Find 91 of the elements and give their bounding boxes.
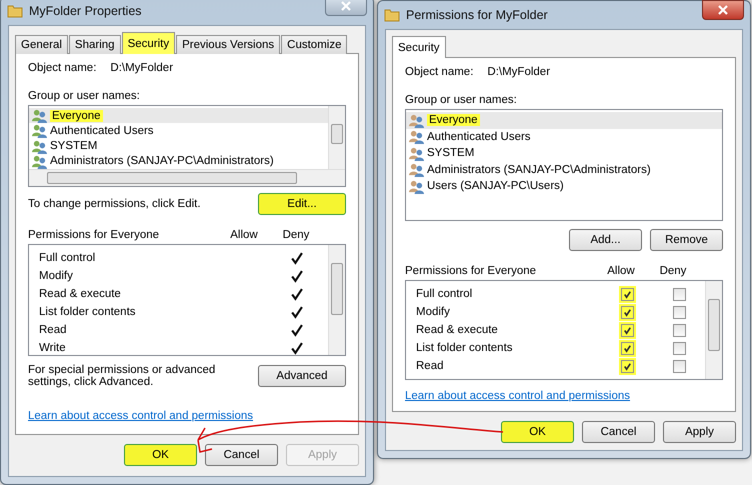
group-item[interactable]: Administrators (SANJAY-PC\Administrators) [406, 162, 722, 178]
dialog-button[interactable]: Cancel [582, 421, 655, 443]
group-name: Authenticated Users [427, 130, 531, 143]
help-link[interactable]: Learn about access control and permissions [405, 390, 630, 402]
folder-icon [384, 7, 400, 23]
permission-name: Modify [39, 270, 74, 282]
object-name: D:\MyFolder [487, 66, 550, 78]
close-button[interactable] [702, 0, 744, 20]
change-hint: To change permissions, click Edit. [28, 198, 201, 210]
group-name: SYSTEM [50, 140, 98, 152]
object-name-label: Object name: [28, 62, 96, 74]
scrollbar[interactable] [705, 281, 722, 379]
deny-checkbox[interactable] [672, 324, 686, 336]
remove-button[interactable]: Remove [650, 229, 723, 251]
group-name: SYSTEM [427, 147, 474, 160]
close-button[interactable] [325, 0, 367, 16]
group-item[interactable]: SYSTEM [29, 138, 328, 154]
users-icon [32, 123, 47, 138]
groups-label: Group or user names: [28, 90, 141, 102]
group-name: Users (SANJAY-PC\Users) [427, 180, 564, 192]
group-name: Administrators (SANJAY-PC\Administrators) [427, 164, 651, 176]
permission-name: Read [39, 324, 68, 336]
dialog-button[interactable]: OK [501, 421, 574, 443]
dialog-button[interactable]: Cancel [205, 444, 278, 466]
users-icon [32, 108, 47, 124]
tab[interactable]: Previous Versions [176, 35, 280, 54]
users-icon [409, 146, 424, 161]
group-name: Everyone [50, 110, 103, 122]
group-name: Administrators (SANJAY-PC\Administrators) [50, 155, 274, 168]
group-item[interactable]: Everyone [406, 112, 722, 128]
scrollbar[interactable] [328, 245, 345, 355]
dialog-button[interactable]: Apply [663, 421, 736, 443]
users-icon [409, 162, 424, 178]
group-name: Authenticated Users [50, 124, 154, 137]
permission-name: Read & execute [39, 288, 122, 300]
allow-checkbox[interactable] [620, 324, 634, 336]
close-icon [718, 5, 728, 15]
users-icon [409, 112, 424, 128]
group-item[interactable]: Users (SANJAY-PC\Users) [406, 178, 722, 194]
permissions-label: Permissions for Everyone [28, 229, 160, 241]
window-title: MyFolder Properties [29, 4, 143, 18]
permission-name: List folder contents [39, 306, 137, 318]
deny-checkbox[interactable] [672, 288, 686, 300]
edit-button[interactable]: Edit... [258, 193, 346, 215]
advanced-hint: For special permissions or advanced settings, click Advanced. [28, 364, 216, 388]
tab[interactable]: Security [122, 32, 176, 54]
help-link[interactable]: Learn about access control and permissions [28, 410, 254, 422]
scrollbar[interactable] [29, 169, 345, 186]
tab[interactable]: Customize [281, 35, 348, 54]
tab[interactable]: Sharing [68, 35, 121, 54]
deny-checkbox[interactable] [672, 342, 686, 354]
group-item[interactable]: Administrators (SANJAY-PC\Administrators) [29, 154, 328, 169]
permission-name: Full control [39, 252, 96, 264]
permission-name: Full control [416, 288, 474, 300]
allow-checkbox[interactable] [620, 306, 634, 318]
group-item[interactable]: Authenticated Users [406, 128, 722, 145]
window-title: Permissions for MyFolder [406, 8, 549, 22]
allow-checkbox[interactable] [620, 342, 634, 354]
folder-icon [7, 3, 23, 19]
users-icon [32, 154, 47, 169]
deny-checkbox[interactable] [672, 360, 686, 372]
close-icon [341, 1, 351, 11]
tab[interactable]: Security [392, 36, 446, 58]
permission-name: Modify [416, 306, 451, 318]
group-name: Everyone [427, 114, 480, 126]
users-icon [409, 178, 424, 194]
permission-name: List folder contents [416, 342, 514, 354]
users-icon [32, 138, 47, 154]
allow-checkbox[interactable] [620, 360, 634, 372]
deny-header: Deny [282, 229, 310, 241]
users-icon [409, 129, 424, 144]
permission-name: Read & execute [416, 324, 499, 336]
group-item[interactable]: SYSTEM [406, 145, 722, 162]
add-button[interactable]: Add... [569, 229, 642, 251]
allow-header: Allow [606, 265, 636, 277]
permission-name: Write [39, 342, 67, 354]
deny-header: Deny [658, 265, 688, 277]
deny-checkbox[interactable] [672, 306, 686, 318]
groups-label: Group or user names: [405, 94, 518, 106]
object-name-label: Object name: [405, 66, 474, 78]
group-item[interactable]: Everyone [29, 108, 328, 124]
group-item[interactable]: Authenticated Users [29, 123, 328, 138]
dialog-button[interactable]: OK [124, 444, 197, 466]
scrollbar[interactable] [328, 106, 345, 169]
permissions-label: Permissions for Everyone [405, 265, 538, 277]
allow-header: Allow [229, 229, 259, 241]
allow-checkbox[interactable] [620, 288, 634, 300]
advanced-button[interactable]: Advanced [258, 365, 346, 387]
permission-name: Read [416, 360, 444, 372]
tab[interactable]: General [15, 35, 68, 54]
object-name: D:\MyFolder [110, 62, 174, 74]
